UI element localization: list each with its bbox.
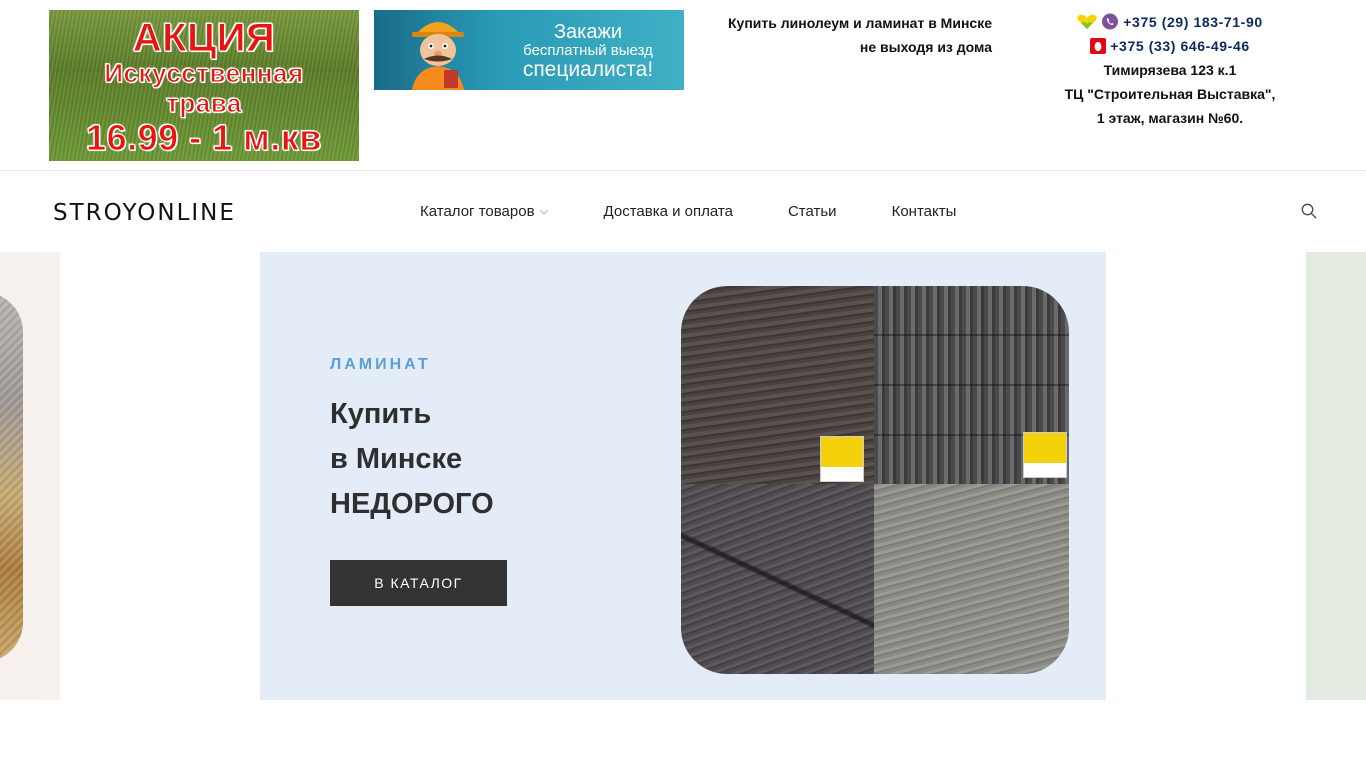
specialist-visit-banner[interactable]: Закажи бесплатный выезд специалиста! [374, 10, 684, 90]
slider-prev-slide[interactable] [0, 252, 60, 700]
hero-title-line3: НЕДОРОГО [330, 488, 494, 520]
nav-item-articles-label: Статьи [787, 203, 837, 220]
hero-category: ЛАМИНАТ [330, 356, 431, 373]
nav-item-contacts-label: Контакты [891, 203, 957, 220]
promo-banner-line3: трава [166, 88, 242, 118]
catalog-button[interactable]: В КАТАЛОГ [330, 560, 507, 606]
promo-banner-line4: 16.99 - 1 м.кв [86, 117, 322, 158]
nav-item-articles[interactable]: Статьи [788, 203, 837, 220]
tarkett-sample-label [1023, 432, 1067, 478]
specialist-banner-text: Закажи бесплатный выезд специалиста! [500, 22, 676, 81]
laminate-collage-image [681, 286, 1069, 674]
address-line1: Тимирязева 123 к.1 [1103, 62, 1237, 78]
phone-line-mts: +375 (33) 646-49-46 [1040, 34, 1300, 58]
slider-next-slide[interactable] [1306, 252, 1366, 700]
header-contacts: +375 (29) 183-71-90 +375 (33) 646-49-46 … [1040, 10, 1300, 130]
slogan-line1: Купить линолеум и ламинат в Минске [728, 15, 992, 31]
specialist-banner-line1: Закажи [553, 21, 623, 43]
address-line3: 1 этаж, магазин №60. [1096, 110, 1244, 126]
tarkett-sample-label [820, 436, 864, 482]
nav-item-catalog[interactable]: Каталог товаров [420, 203, 549, 220]
specialist-banner-line3: специалиста! [522, 57, 654, 81]
address-line2: ТЦ "Строительная Выставка", [1064, 86, 1276, 102]
specialist-mascot-icon [412, 22, 464, 90]
hero-title-line2: в Минске [330, 443, 463, 475]
slogan-line2: не выходя из дома [859, 39, 992, 55]
mts-egg-icon [1090, 38, 1107, 54]
chevron-down-icon [539, 209, 548, 215]
nav-item-delivery-label: Доставка и оплата [603, 203, 733, 220]
promo-banner-artificial-grass[interactable]: АКЦИЯ Искусственная трава 16.99 - 1 м.кв [49, 10, 359, 161]
laminate-tile-graphite [681, 484, 874, 674]
specialist-banner-line2: бесплатный выезд [523, 42, 653, 59]
nav-item-contacts[interactable]: Контакты [892, 203, 957, 220]
viber-icon[interactable] [1101, 13, 1119, 31]
hero-slide-laminate: ЛАМИНАТ Купить в Минске НЕДОРОГО В КАТАЛ… [260, 252, 1106, 700]
prev-slide-image [0, 292, 23, 662]
phone-mts[interactable]: +375 (33) 646-49-46 [1110, 34, 1249, 58]
hero-title-line1: Купить [330, 398, 432, 430]
phone-velcom[interactable]: +375 (29) 183-71-90 [1123, 10, 1262, 34]
header-slogan: Купить линолеум и ламинат в Минске не вы… [692, 11, 992, 59]
search-icon[interactable] [1300, 202, 1318, 220]
hero-title: Купить в Минске НЕДОРОГО [330, 392, 494, 527]
nav-menu: Каталог товаров Доставка и оплата Статьи… [420, 203, 956, 220]
nav-item-catalog-label: Каталог товаров [420, 203, 535, 220]
promo-banner-line1: АКЦИЯ [132, 16, 276, 60]
velcom-heart-icon [1077, 14, 1097, 29]
phone-line-velcom: +375 (29) 183-71-90 [1040, 10, 1300, 34]
header-top: АКЦИЯ Искусственная трава 16.99 - 1 м.кв… [0, 0, 1366, 171]
promo-banner-line2: Искусственная [104, 58, 304, 88]
nav-item-delivery[interactable]: Доставка и оплата [604, 203, 733, 220]
site-logo[interactable]: STROYONLINE [53, 200, 236, 226]
main-navigation: STROYONLINE Каталог товаров Доставка и о… [0, 172, 1366, 252]
laminate-tile-light-grey [874, 484, 1069, 674]
